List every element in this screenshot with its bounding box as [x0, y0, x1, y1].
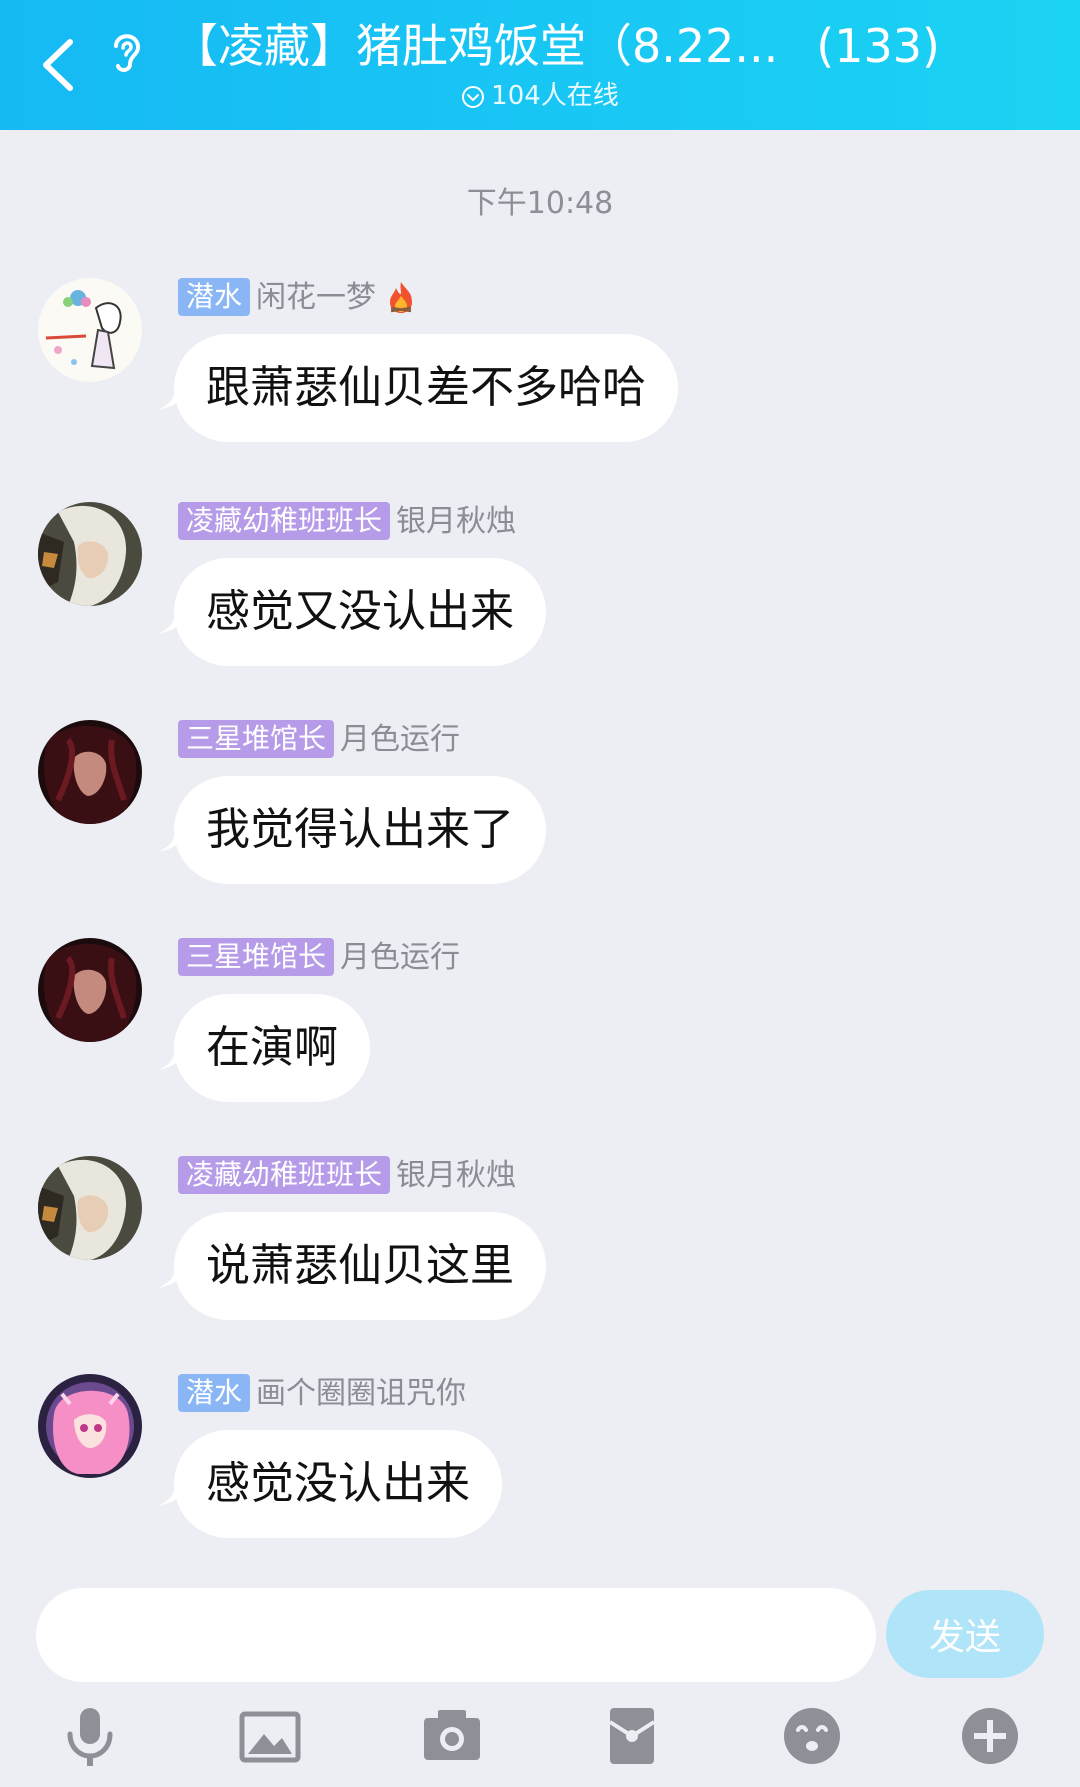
ear-icon[interactable]: [104, 26, 148, 76]
avatar-sketch[interactable]: [38, 278, 142, 382]
group-name: 【凌藏】猪肚鸡饭堂（8.22...: [172, 19, 779, 73]
red-packet-icon[interactable]: [598, 1702, 666, 1770]
member-title-badge: 凌藏幼稚班班长: [178, 1156, 391, 1194]
sender-nickname[interactable]: 月色运行: [340, 722, 460, 757]
message-meta: 三星堆馆长 月色运行: [178, 720, 460, 760]
scroll-fade: [0, 1548, 1080, 1572]
sender-nickname[interactable]: 闲花一梦: [256, 280, 376, 315]
chat-header: 【凌藏】猪肚鸡饭堂（8.22... (133) 104人在线: [0, 0, 1080, 130]
message-bubble[interactable]: 说萧瑟仙贝这里: [174, 1212, 546, 1320]
member-title-badge: 凌藏幼稚班班长: [178, 502, 391, 540]
message-timestamp: 下午10:48: [466, 186, 614, 221]
composer-bar: 发送: [0, 1570, 1080, 1787]
message-item: 三星堆馆长 月色运行 我觉得认出来了: [0, 720, 1080, 910]
message-bubble[interactable]: 感觉没认出来: [174, 1430, 502, 1538]
message-meta: 潜水 画个圈圈诅咒你: [178, 1374, 466, 1414]
send-button[interactable]: 发送: [886, 1590, 1044, 1678]
message-bubble[interactable]: 在演啊: [174, 994, 370, 1102]
sender-nickname[interactable]: 画个圈圈诅咒你: [256, 1376, 466, 1411]
message-item: 凌藏幼稚班班长 银月秋烛 感觉又没认出来: [0, 502, 1080, 692]
member-title-badge: 潜水: [178, 278, 251, 316]
member-title-badge: 三星堆馆长: [178, 938, 335, 976]
image-icon[interactable]: [236, 1702, 304, 1770]
message-meta: 三星堆馆长 月色运行: [178, 938, 460, 978]
camera-icon[interactable]: [418, 1702, 486, 1770]
fire-icon: [382, 278, 420, 327]
message-bubble[interactable]: 跟萧瑟仙贝差不多哈哈: [174, 334, 678, 442]
message-meta: 凌藏幼稚班班长 银月秋烛: [178, 502, 516, 542]
sender-nickname[interactable]: 银月秋烛: [396, 1158, 516, 1193]
message-meta: 潜水 闲花一梦: [178, 278, 420, 318]
member-count: (133): [816, 19, 940, 73]
emoji-icon[interactable]: [778, 1702, 846, 1770]
microphone-icon[interactable]: [56, 1702, 124, 1770]
message-item: 潜水 画个圈圈诅咒你 感觉没认出来: [0, 1374, 1080, 1564]
message-bubble[interactable]: 我觉得认出来了: [174, 776, 546, 884]
message-item: 潜水 闲花一梦 跟萧瑟仙贝差不多哈哈: [0, 278, 1080, 468]
chevron-down-circle-icon: [462, 86, 485, 108]
message-meta: 凌藏幼稚班班长 银月秋烛: [178, 1156, 516, 1196]
avatar-pink-hair[interactable]: [38, 1374, 142, 1478]
avatar-silver-hair[interactable]: [38, 1156, 142, 1260]
message-item: 三星堆馆长 月色运行 在演啊: [0, 938, 1080, 1128]
avatar-dark-hair[interactable]: [38, 938, 142, 1042]
sender-nickname[interactable]: 月色运行: [340, 940, 460, 975]
group-title[interactable]: 【凌藏】猪肚鸡饭堂（8.22... (133): [172, 14, 940, 78]
avatar-silver-hair[interactable]: [38, 502, 142, 606]
online-status[interactable]: 104人在线: [0, 76, 1080, 116]
member-title-badge: 三星堆馆长: [178, 720, 335, 758]
avatar-dark-hair[interactable]: [38, 720, 142, 824]
message-input[interactable]: [36, 1588, 876, 1682]
message-item: 凌藏幼稚班班长 银月秋烛 说萧瑟仙贝这里: [0, 1156, 1080, 1346]
plus-icon[interactable]: [956, 1702, 1024, 1770]
member-title-badge: 潜水: [178, 1374, 251, 1412]
sender-nickname[interactable]: 银月秋烛: [396, 504, 516, 539]
message-bubble[interactable]: 感觉又没认出来: [174, 558, 546, 666]
chat-screen: 【凌藏】猪肚鸡饭堂（8.22... (133) 104人在线 下午10:48 潜…: [0, 0, 1080, 1787]
online-count-text: 104人在线: [491, 81, 619, 111]
